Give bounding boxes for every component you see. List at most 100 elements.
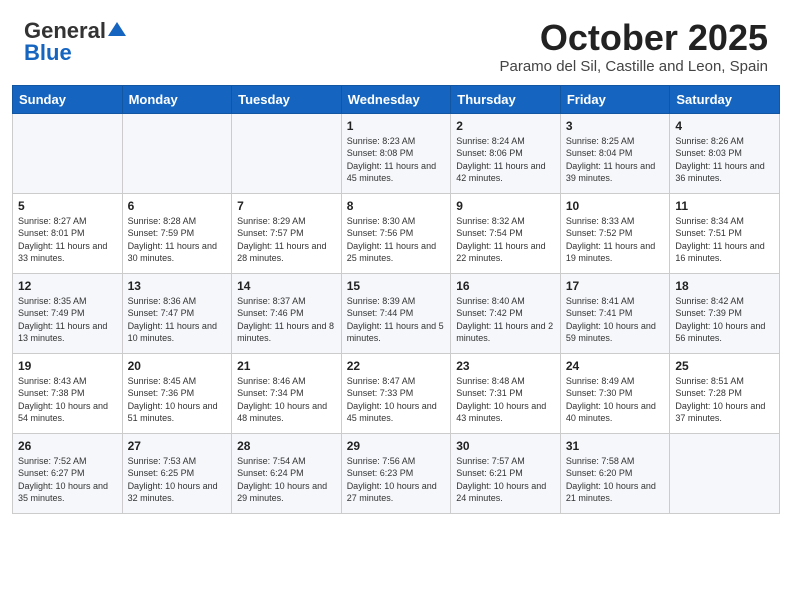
day-of-week-sunday: Sunday [13,85,123,113]
day-info: Sunrise: 8:23 AM Sunset: 8:08 PM Dayligh… [347,135,446,185]
calendar-week-5: 26 Sunrise: 7:52 AM Sunset: 6:27 PM Dayli… [13,433,780,513]
calendar-cell: 31 Sunrise: 7:58 AM Sunset: 6:20 PM Dayli… [560,433,670,513]
day-of-week-saturday: Saturday [670,85,780,113]
calendar-cell: 19 Sunrise: 8:43 AM Sunset: 7:38 PM Dayli… [13,353,123,433]
day-info: Sunrise: 7:52 AM Sunset: 6:27 PM Dayligh… [18,455,117,505]
day-info: Sunrise: 7:58 AM Sunset: 6:20 PM Dayligh… [566,455,665,505]
day-info: Sunrise: 8:37 AM Sunset: 7:46 PM Dayligh… [237,295,336,345]
calendar-cell: 13Sunrise: 8:36 AM Sunset: 7:47 PM Dayli… [122,273,232,353]
day-number: 24 [566,359,665,373]
day-info: Sunrise: 8:45 AM Sunset: 7:36 PM Dayligh… [128,375,227,425]
calendar-table: SundayMondayTuesdayWednesdayThursdayFrid… [12,85,780,514]
calendar-cell: 9 Sunrise: 8:32 AM Sunset: 7:54 PM Daylig… [451,193,561,273]
calendar-cell: 6Sunrise: 8:28 AM Sunset: 7:59 PM Daylig… [122,193,232,273]
day-info: Sunrise: 8:43 AM Sunset: 7:38 PM Dayligh… [18,375,117,425]
calendar-cell: 4 Sunrise: 8:26 AM Sunset: 8:03 PM Daylig… [670,113,780,193]
calendar-cell: 12Sunrise: 8:35 AM Sunset: 7:49 PM Dayli… [13,273,123,353]
calendar-cell: 23Sunrise: 8:48 AM Sunset: 7:31 PM Dayli… [451,353,561,433]
logo-icon [108,20,126,38]
day-info: Sunrise: 8:49 AM Sunset: 7:30 PM Dayligh… [566,375,665,425]
day-number: 11 [675,199,774,213]
calendar-cell: 21 Sunrise: 8:46 AM Sunset: 7:34 PM Dayli… [232,353,342,433]
calendar-cell: 29 Sunrise: 7:56 AM Sunset: 6:23 PM Dayli… [341,433,451,513]
calendar-cell: 30Sunrise: 7:57 AM Sunset: 6:21 PM Dayli… [451,433,561,513]
calendar-cell: 26 Sunrise: 7:52 AM Sunset: 6:27 PM Dayli… [13,433,123,513]
day-number: 27 [128,439,227,453]
calendar-cell [232,113,342,193]
day-info: Sunrise: 8:26 AM Sunset: 8:03 PM Dayligh… [675,135,774,185]
calendar-cell: 15 Sunrise: 8:39 AM Sunset: 7:44 PM Dayli… [341,273,451,353]
day-info: Sunrise: 8:36 AM Sunset: 7:47 PM Dayligh… [128,295,227,345]
day-number: 9 [456,199,555,213]
day-number: 28 [237,439,336,453]
day-info: Sunrise: 8:32 AM Sunset: 7:54 PM Dayligh… [456,215,555,265]
day-info: Sunrise: 8:47 AM Sunset: 7:33 PM Dayligh… [347,375,446,425]
calendar-cell: 11 Sunrise: 8:34 AM Sunset: 7:51 PM Dayli… [670,193,780,273]
day-info: Sunrise: 7:53 AM Sunset: 6:25 PM Dayligh… [128,455,227,505]
calendar-cell: 3 Sunrise: 8:25 AM Sunset: 8:04 PM Daylig… [560,113,670,193]
calendar-cell: 28 Sunrise: 7:54 AM Sunset: 6:24 PM Dayli… [232,433,342,513]
day-info: Sunrise: 8:33 AM Sunset: 7:52 PM Dayligh… [566,215,665,265]
day-number: 30 [456,439,555,453]
day-number: 16 [456,279,555,293]
calendar-week-1: 1 Sunrise: 8:23 AM Sunset: 8:08 PM Daylig… [13,113,780,193]
day-info: Sunrise: 8:24 AM Sunset: 8:06 PM Dayligh… [456,135,555,185]
day-number: 23 [456,359,555,373]
day-number: 6 [128,199,227,213]
day-number: 5 [18,199,117,213]
calendar-cell [670,433,780,513]
day-number: 17 [566,279,665,293]
calendar-cell: 25Sunrise: 8:51 AM Sunset: 7:28 PM Dayli… [670,353,780,433]
calendar-header: SundayMondayTuesdayWednesdayThursdayFrid… [13,85,780,113]
day-number: 3 [566,119,665,133]
day-info: Sunrise: 8:27 AM Sunset: 8:01 PM Dayligh… [18,215,117,265]
day-number: 1 [347,119,446,133]
day-info: Sunrise: 7:54 AM Sunset: 6:24 PM Dayligh… [237,455,336,505]
calendar-cell: 5 Sunrise: 8:27 AM Sunset: 8:01 PM Daylig… [13,193,123,273]
day-of-week-wednesday: Wednesday [341,85,451,113]
day-number: 31 [566,439,665,453]
day-of-week-tuesday: Tuesday [232,85,342,113]
calendar-cell: 24 Sunrise: 8:49 AM Sunset: 7:30 PM Dayli… [560,353,670,433]
day-number: 10 [566,199,665,213]
logo-blue: Blue [24,40,72,66]
calendar-cell [13,113,123,193]
day-info: Sunrise: 8:46 AM Sunset: 7:34 PM Dayligh… [237,375,336,425]
day-info: Sunrise: 8:34 AM Sunset: 7:51 PM Dayligh… [675,215,774,265]
calendar-cell: 27 Sunrise: 7:53 AM Sunset: 6:25 PM Dayli… [122,433,232,513]
calendar-cell: 10 Sunrise: 8:33 AM Sunset: 7:52 PM Dayli… [560,193,670,273]
calendar-cell: 2Sunrise: 8:24 AM Sunset: 8:06 PM Daylig… [451,113,561,193]
day-number: 29 [347,439,446,453]
day-number: 7 [237,199,336,213]
day-info: Sunrise: 8:51 AM Sunset: 7:28 PM Dayligh… [675,375,774,425]
day-info: Sunrise: 8:42 AM Sunset: 7:39 PM Dayligh… [675,295,774,345]
day-number: 21 [237,359,336,373]
day-info: Sunrise: 8:25 AM Sunset: 8:04 PM Dayligh… [566,135,665,185]
calendar-cell: 8 Sunrise: 8:30 AM Sunset: 7:56 PM Daylig… [341,193,451,273]
day-of-week-thursday: Thursday [451,85,561,113]
day-number: 12 [18,279,117,293]
day-number: 19 [18,359,117,373]
calendar-cell: 7 Sunrise: 8:29 AM Sunset: 7:57 PM Daylig… [232,193,342,273]
day-info: Sunrise: 8:39 AM Sunset: 7:44 PM Dayligh… [347,295,446,345]
calendar-cell: 20 Sunrise: 8:45 AM Sunset: 7:36 PM Dayli… [122,353,232,433]
logo: General Blue [24,18,126,66]
day-of-week-monday: Monday [122,85,232,113]
calendar-cell: 17 Sunrise: 8:41 AM Sunset: 7:41 PM Dayli… [560,273,670,353]
page-header: General Blue October 2025 Paramo del Sil… [0,0,792,85]
day-number: 8 [347,199,446,213]
location: Paramo del Sil, Castille and Leon, Spain [500,58,769,75]
calendar-week-2: 5 Sunrise: 8:27 AM Sunset: 8:01 PM Daylig… [13,193,780,273]
day-number: 20 [128,359,227,373]
day-info: Sunrise: 8:29 AM Sunset: 7:57 PM Dayligh… [237,215,336,265]
calendar-week-3: 12Sunrise: 8:35 AM Sunset: 7:49 PM Dayli… [13,273,780,353]
day-info: Sunrise: 8:41 AM Sunset: 7:41 PM Dayligh… [566,295,665,345]
day-number: 15 [347,279,446,293]
day-number: 26 [18,439,117,453]
calendar-cell: 18Sunrise: 8:42 AM Sunset: 7:39 PM Dayli… [670,273,780,353]
calendar-cell: 16Sunrise: 8:40 AM Sunset: 7:42 PM Dayli… [451,273,561,353]
day-info: Sunrise: 8:30 AM Sunset: 7:56 PM Dayligh… [347,215,446,265]
day-info: Sunrise: 7:56 AM Sunset: 6:23 PM Dayligh… [347,455,446,505]
day-number: 4 [675,119,774,133]
calendar-cell: 14Sunrise: 8:37 AM Sunset: 7:46 PM Dayli… [232,273,342,353]
